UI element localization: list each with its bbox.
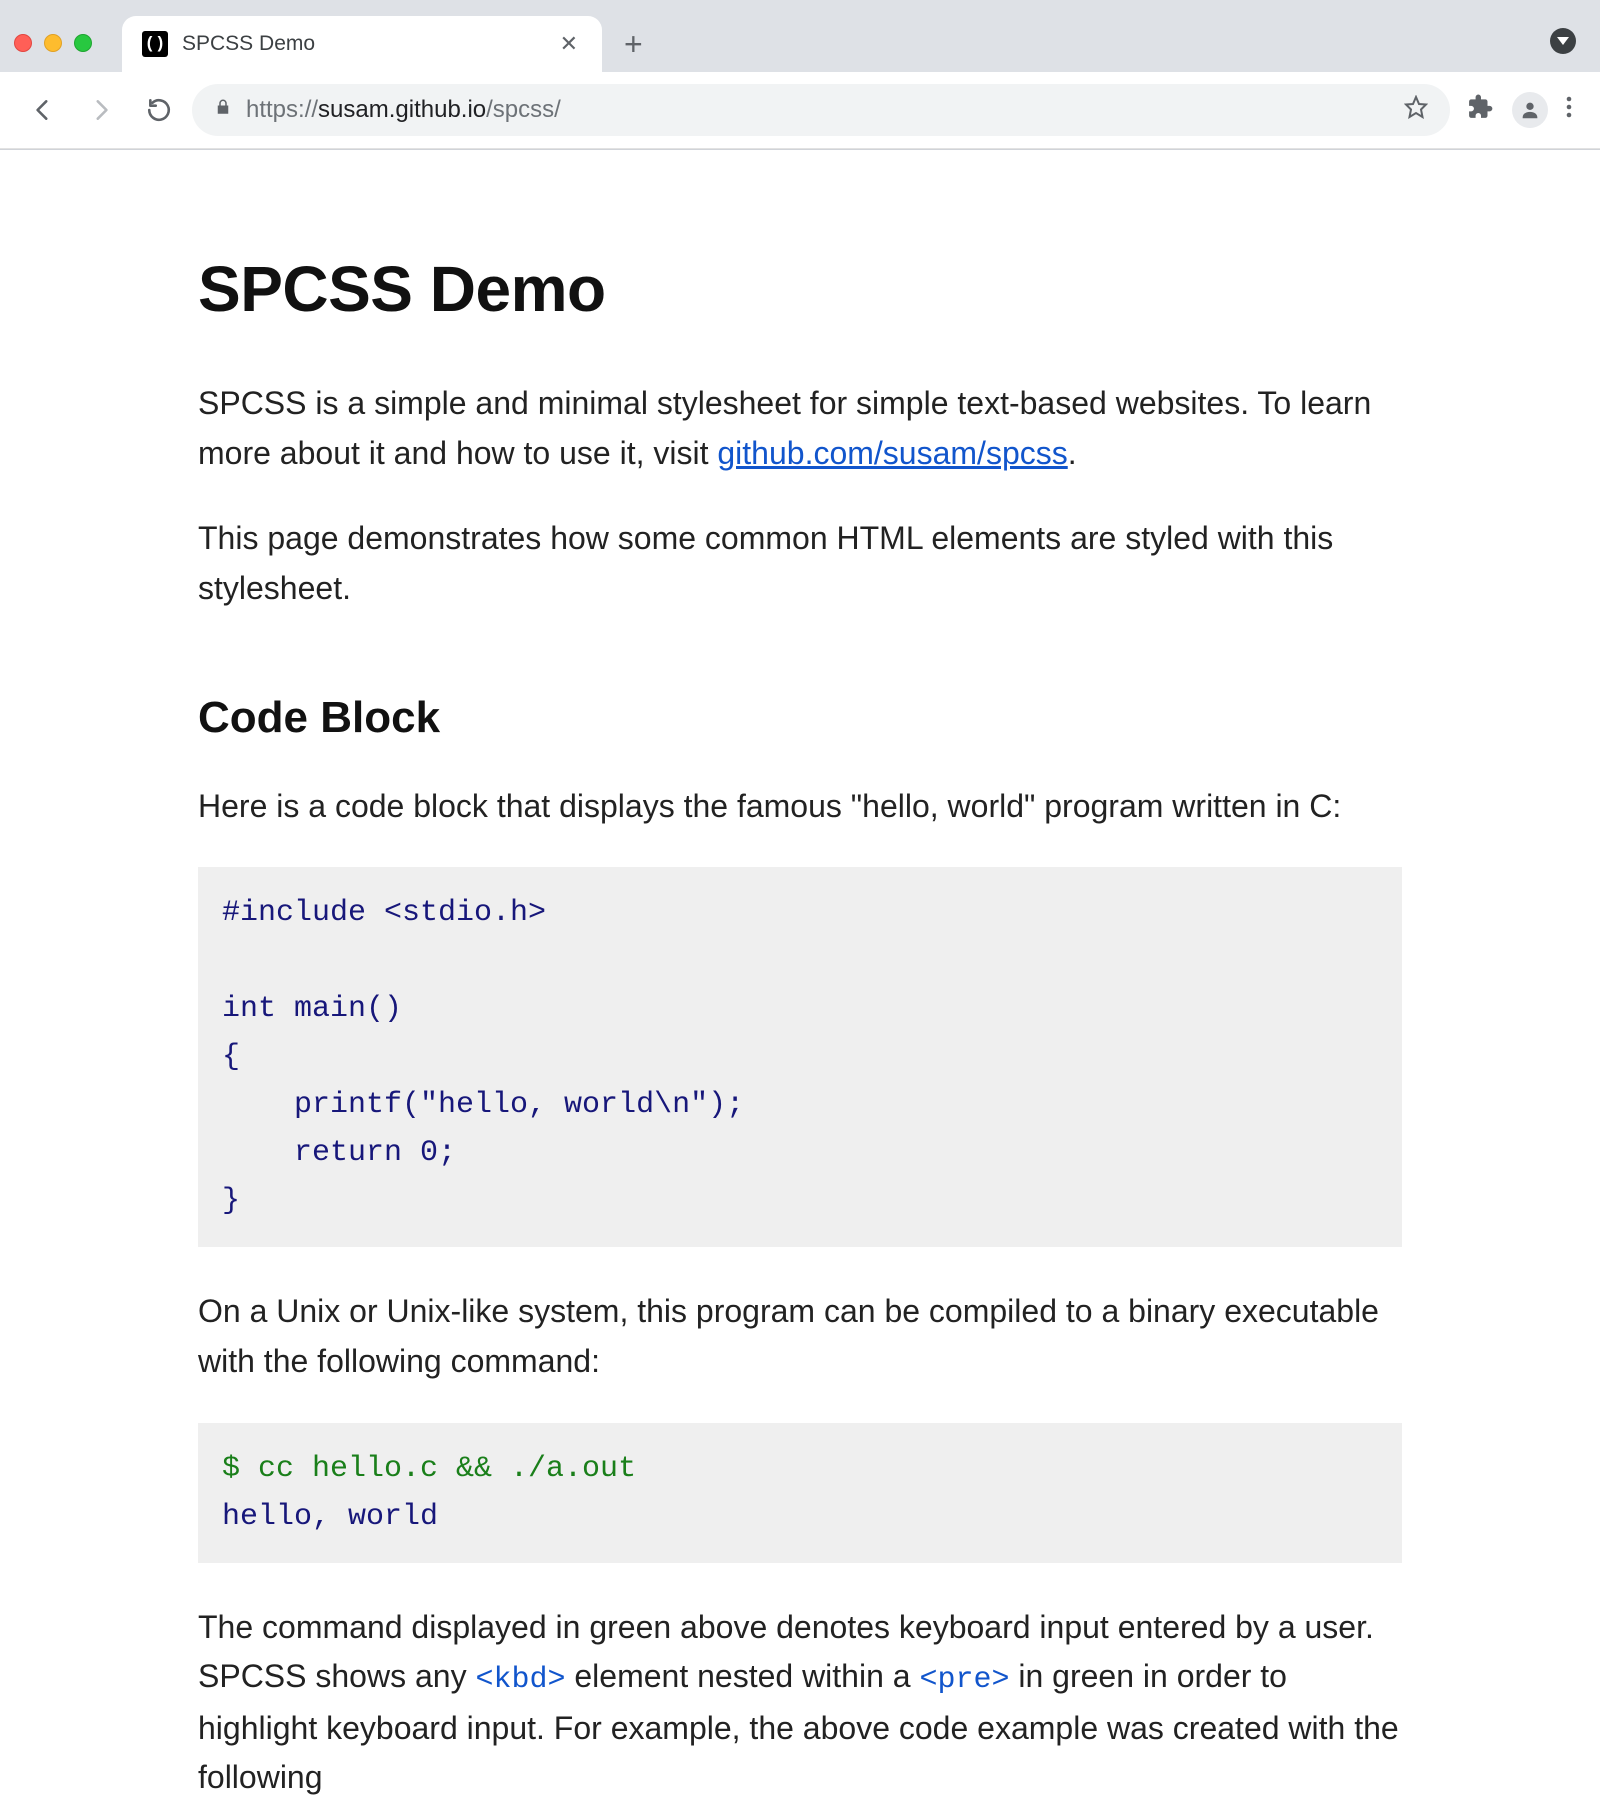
tab-favicon: (): [142, 31, 168, 57]
lock-icon: [214, 97, 232, 123]
shell-kbd-input: $ cc hello.c && ./a.out: [222, 1452, 636, 1486]
code-block-c: #include <stdio.h> int main() { printf("…: [198, 867, 1402, 1247]
tab-close-button[interactable]: ✕: [556, 29, 582, 59]
reload-button[interactable]: [134, 87, 184, 133]
compile-intro-paragraph: On a Unix or Unix-like system, this prog…: [198, 1287, 1402, 1386]
extensions-icon[interactable]: [1458, 94, 1504, 127]
url-text: https://susam.github.io/spcss/: [246, 96, 1390, 124]
shell-output: hello, world: [222, 1500, 438, 1534]
intro-paragraph-2: This page demonstrates how some common H…: [198, 514, 1402, 613]
intro-text-post: .: [1068, 435, 1077, 471]
window-minimize-button[interactable]: [44, 34, 62, 52]
code-block-shell: $ cc hello.c && ./a.out hello, world: [198, 1423, 1402, 1563]
window-controls: [14, 34, 92, 52]
kbd-element-name: <kbd>: [475, 1663, 565, 1697]
chrome-menu-button[interactable]: [1556, 95, 1582, 126]
browser-chrome: () SPCSS Demo ✕ + https://susam.github.i…: [0, 0, 1600, 150]
tab-title: SPCSS Demo: [182, 32, 542, 56]
explain-text-2: element nested within a: [565, 1658, 919, 1694]
account-dropdown-icon[interactable]: [1550, 28, 1576, 54]
repo-link[interactable]: github.com/susam/spcss: [717, 435, 1067, 471]
back-button[interactable]: [18, 87, 68, 133]
window-close-button[interactable]: [14, 34, 32, 52]
page-content: SPCSS Demo SPCSS is a simple and minimal…: [150, 150, 1450, 1801]
new-tab-button[interactable]: +: [614, 28, 659, 72]
section-title-code-block: Code Block: [198, 684, 1402, 752]
intro-paragraph: SPCSS is a simple and minimal stylesheet…: [198, 379, 1402, 478]
browser-toolbar: https://susam.github.io/spcss/: [0, 72, 1600, 149]
address-bar[interactable]: https://susam.github.io/spcss/: [192, 84, 1450, 136]
pre-element-name: <pre>: [919, 1663, 1009, 1697]
forward-button[interactable]: [76, 87, 126, 133]
profile-avatar-icon[interactable]: [1512, 92, 1548, 128]
browser-tab-active[interactable]: () SPCSS Demo ✕: [122, 16, 602, 72]
explain-paragraph: The command displayed in green above den…: [198, 1603, 1402, 1801]
tab-strip: () SPCSS Demo ✕ +: [0, 0, 1600, 72]
window-zoom-button[interactable]: [74, 34, 92, 52]
code-intro-paragraph: Here is a code block that displays the f…: [198, 782, 1402, 832]
page-title: SPCSS Demo: [198, 240, 1402, 339]
bookmark-star-icon[interactable]: [1404, 95, 1428, 126]
